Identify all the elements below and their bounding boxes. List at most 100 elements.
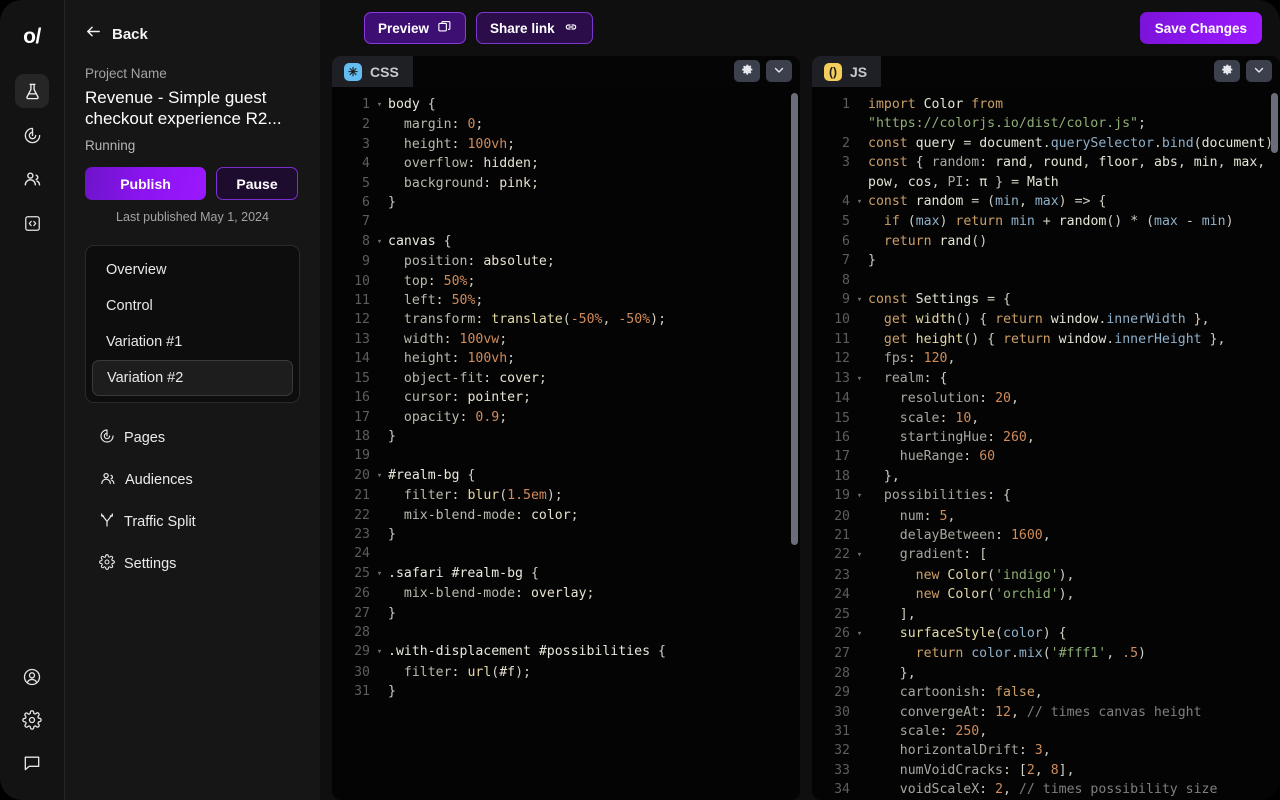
- code-text: overflow: hidden;: [403, 156, 539, 172]
- line-number: 29: [354, 644, 370, 660]
- sidebar-item-pages[interactable]: Pages: [85, 417, 300, 459]
- line-number: 23: [834, 567, 850, 583]
- sidebar-item-audiences[interactable]: Audiences: [85, 459, 300, 501]
- fold-toggle-icon[interactable]: ▾: [854, 486, 865, 506]
- sidebar-nav: Pages Audiences Traffic Split Settings: [85, 417, 300, 585]
- js-code-area[interactable]: 1 import Color from "https://colorjs.io/d…: [812, 87, 1280, 800]
- fold-toggle-icon[interactable]: ▾: [374, 95, 385, 115]
- sidebar-item-settings[interactable]: Settings: [85, 543, 300, 585]
- rail-item-code[interactable]: [15, 206, 49, 240]
- code-line: 16 startingHue: 260,: [812, 428, 1280, 447]
- chevron-down-icon: [772, 63, 786, 80]
- css-collapse-button[interactable]: [766, 60, 792, 82]
- publish-button[interactable]: Publish: [85, 167, 206, 200]
- code-text: height: 100vh;: [403, 136, 516, 152]
- code-line: 5 if (max) return min + random() * (max …: [812, 212, 1280, 231]
- fold-toggle-icon[interactable]: ▾: [854, 290, 865, 310]
- code-text: horizontalDrift: 3,: [899, 743, 1051, 759]
- code-text: position: absolute;: [403, 254, 555, 270]
- save-changes-button[interactable]: Save Changes: [1139, 12, 1262, 44]
- fold-toggle-icon[interactable]: ▾: [374, 466, 385, 486]
- fold-toggle-icon[interactable]: ▾: [854, 545, 865, 565]
- app-logo[interactable]: o/: [12, 22, 52, 52]
- code-text: width: 100vw;: [403, 331, 508, 347]
- code-text: }: [388, 428, 396, 444]
- rail-item-chat[interactable]: [15, 746, 49, 780]
- css-code-area[interactable]: 1 ▾ body {2 margin: 0; 3 height: 100vh; 4 ov…: [332, 87, 800, 800]
- code-line: 23}: [332, 525, 800, 544]
- variant-item[interactable]: Control: [92, 288, 293, 324]
- fold-toggle-icon[interactable]: ▾: [854, 369, 865, 389]
- code-line: 21 filter: blur(1.5em);: [332, 486, 800, 505]
- code-line: 29 cartoonish: false,: [812, 683, 1280, 702]
- code-line: 6}: [332, 193, 800, 212]
- account-icon: [22, 667, 42, 687]
- variant-item[interactable]: Overview: [92, 252, 293, 288]
- fold-toggle-icon[interactable]: ▾: [374, 232, 385, 252]
- line-number: 18: [354, 428, 370, 444]
- tab-css[interactable]: ✳ CSS: [332, 56, 413, 87]
- css-scrollbar-thumb[interactable]: [791, 93, 798, 545]
- code-text: const Settings = {: [868, 292, 1011, 308]
- tab-js[interactable]: () JS: [812, 56, 882, 87]
- code-line: 10 get width() { return window.innerWidt…: [812, 310, 1280, 329]
- line-number: 19: [354, 448, 370, 464]
- fold-toggle-icon[interactable]: ▾: [854, 192, 865, 212]
- line-number: 22: [354, 507, 370, 523]
- code-text: ],: [899, 606, 916, 622]
- variant-label: Overview: [106, 262, 167, 278]
- preview-button[interactable]: Preview: [364, 12, 467, 44]
- line-number: 8: [842, 272, 850, 288]
- code-line: 28 },: [812, 664, 1280, 683]
- line-number: 7: [362, 214, 370, 230]
- variant-item[interactable]: Variation #2: [92, 360, 293, 396]
- sidebar-item-traffic-split[interactable]: Traffic Split: [85, 501, 300, 543]
- fold-toggle-icon[interactable]: ▾: [374, 642, 385, 662]
- rail-item-audiences[interactable]: [15, 162, 49, 196]
- line-number: 20: [354, 467, 370, 483]
- code-text: delayBetween: 1600,: [899, 527, 1051, 543]
- code-text: .safari #realm-bg {: [388, 565, 539, 581]
- code-text: mix-blend-mode: overlay;: [403, 586, 595, 602]
- share-link-button[interactable]: Share link: [476, 12, 593, 44]
- fold-toggle-icon[interactable]: ▾: [854, 624, 865, 644]
- line-number: 16: [354, 390, 370, 406]
- rail-item-account[interactable]: [15, 660, 49, 694]
- code-text: if (max) return min + random() * (max - …: [883, 214, 1234, 230]
- line-number: 20: [834, 508, 850, 524]
- css-settings-button[interactable]: [734, 60, 760, 82]
- code-text: }: [388, 526, 396, 542]
- code-line: 19: [332, 446, 800, 465]
- project-title: Revenue - Simple guest checkout experien…: [85, 88, 282, 128]
- line-number: 19: [834, 488, 850, 504]
- rail-item-experiments[interactable]: [15, 74, 49, 108]
- code-text: resolution: 20,: [899, 391, 1019, 407]
- line-number: 1: [362, 97, 370, 112]
- code-text: }: [868, 253, 876, 269]
- code-line: 26 mix-blend-mode: overlay;: [332, 584, 800, 603]
- line-number: 28: [834, 665, 850, 681]
- code-line: 12 fps: 120,: [812, 349, 1280, 368]
- js-settings-button[interactable]: [1214, 60, 1240, 82]
- pause-button[interactable]: Pause: [216, 167, 298, 200]
- back-button[interactable]: Back: [85, 23, 300, 45]
- js-collapse-button[interactable]: [1246, 60, 1272, 82]
- code-text: transform: translate(-50%, -50%);: [403, 312, 667, 328]
- main-area: Preview Share link Save Changes ✳ CSS 1 …: [320, 0, 1280, 800]
- settings-gear-icon: [22, 710, 42, 730]
- fold-toggle-icon[interactable]: ▾: [374, 564, 385, 584]
- sidebar-item-label: Settings: [124, 556, 177, 572]
- js-scrollbar-thumb[interactable]: [1271, 93, 1278, 153]
- rail-item-settings[interactable]: [15, 703, 49, 737]
- variant-item[interactable]: Variation #1: [92, 324, 293, 360]
- code-line: 20 num: 5,: [812, 507, 1280, 526]
- rail-item-targeting[interactable]: [15, 118, 49, 152]
